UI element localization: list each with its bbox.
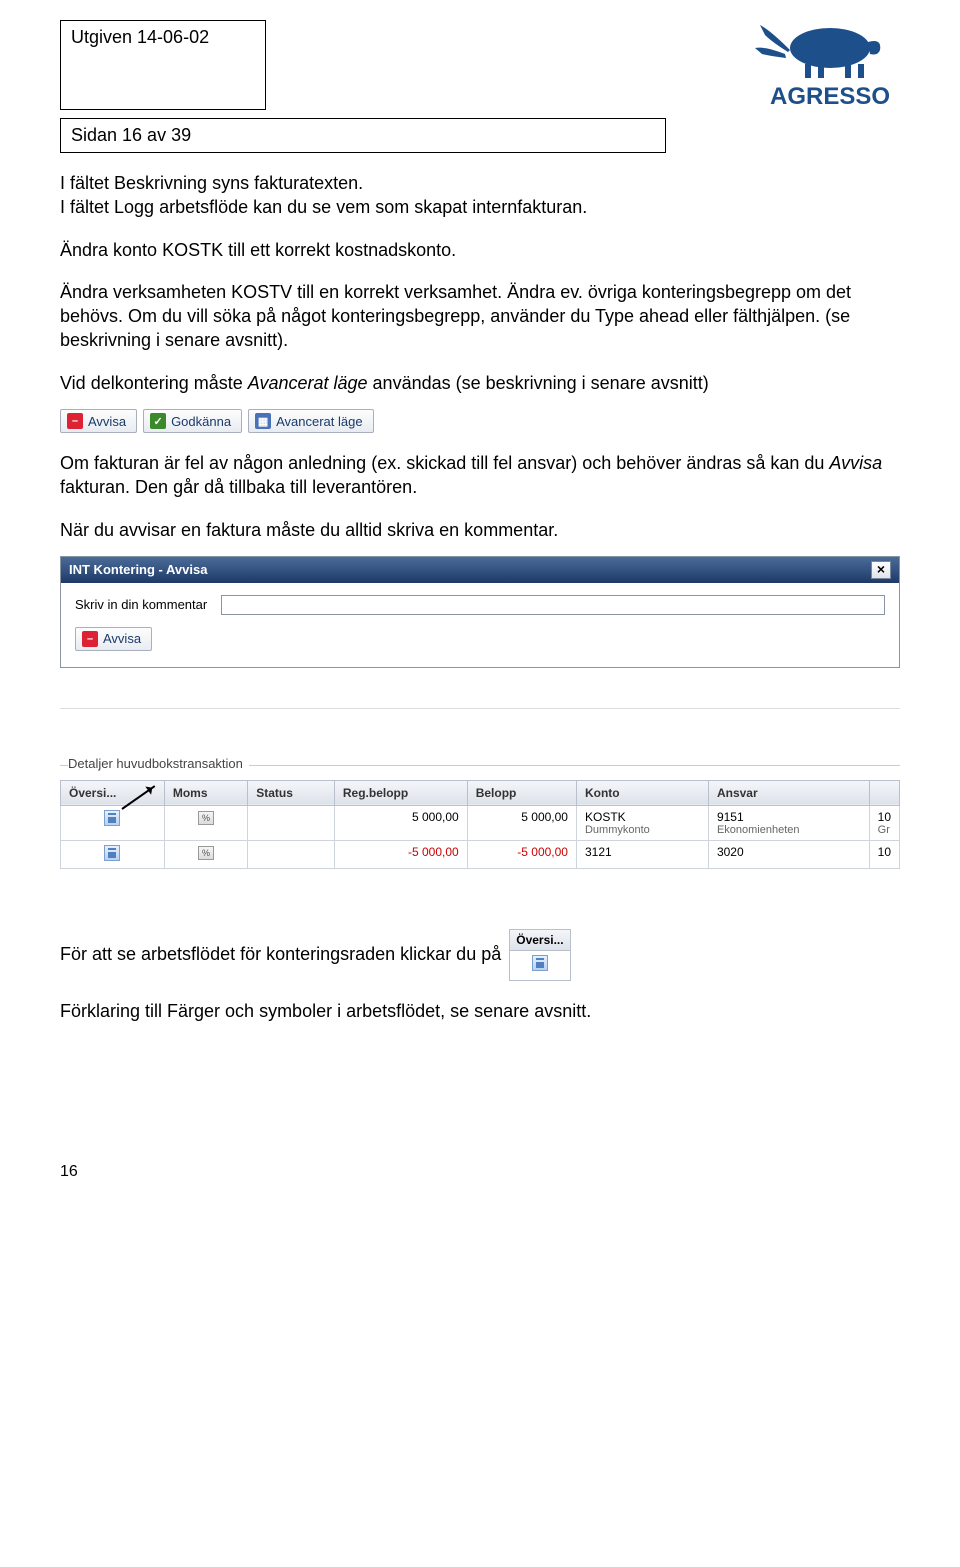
para-4: Vid delkontering måste Avancerat läge an… [60,371,900,395]
col-ansvar[interactable]: Ansvar [708,780,869,805]
issued-text: Utgiven 14-06-02 [71,27,209,47]
cell-trail: 10 [869,840,899,868]
cell-regbelopp: 5 000,00 [334,805,467,840]
reject-icon: – [67,413,83,429]
para-7-row: För att se arbetsflödet för konteringsra… [60,929,900,981]
page-info: Sidan 16 av 39 [71,125,191,145]
table-row[interactable]: %5 000,005 000,00KOSTKDummykonto9151Ekon… [61,805,900,840]
cell-regbelopp: -5 000,00 [334,840,467,868]
action-buttons-screenshot: – Avvisa ✓ Godkänna ▦ Avancerat läge [60,409,900,433]
approve-button[interactable]: ✓ Godkänna [143,409,242,433]
para-6: När du avvisar en faktura måste du allti… [60,518,900,542]
cell-konto: 3121 [576,840,708,868]
workflow-icon[interactable] [104,845,120,861]
para-8: Förklaring till Färger och symboler i ar… [60,999,900,1023]
page-info-box: Sidan 16 av 39 [60,118,666,153]
divider [60,708,900,709]
workflow-icon[interactable] [532,955,548,971]
workflow-icon[interactable] [104,810,120,826]
comment-label: Skriv in din kommentar [75,597,207,612]
para-2: Ändra konto KOSTK till ett korrekt kostn… [60,238,900,262]
details-section: Detaljer huvudbokstransaktion Översi... … [60,765,900,869]
reject-icon: – [82,631,98,647]
col-konto[interactable]: Konto [576,780,708,805]
cell-status [248,805,335,840]
col-belopp[interactable]: Belopp [467,780,576,805]
col-moms[interactable]: Moms [164,780,247,805]
para-7: För att se arbetsflödet för konteringsra… [60,944,501,965]
cell-ansvar: 3020 [708,840,869,868]
cell-belopp: 5 000,00 [467,805,576,840]
advanced-button[interactable]: ▦ Avancerat läge [248,409,374,433]
reject-button[interactable]: – Avvisa [60,409,137,433]
moms-icon[interactable]: % [198,846,214,860]
approve-icon: ✓ [150,413,166,429]
cell-status [248,840,335,868]
issued-box: Utgiven 14-06-02 [60,20,266,110]
reject-dialog-screenshot: INT Kontering - Avvisa × Skriv in din ko… [60,556,900,668]
mini-header: Översi... [510,930,569,951]
cell-ansvar: 9151Ekonomienheten [708,805,869,840]
cell-trail: 10Gr [869,805,899,840]
transactions-table: Översi... Moms Status Reg.belopp Belopp … [60,780,900,869]
cell-konto: KOSTKDummykonto [576,805,708,840]
dialog-reject-button[interactable]: – Avvisa [75,627,152,651]
dialog-titlebar: INT Kontering - Avvisa × [61,557,899,583]
table-row[interactable]: %-5 000,00-5 000,003121302010 [61,840,900,868]
comment-input[interactable] [221,595,885,615]
footer-page-number: 16 [60,1163,900,1181]
para-3: Ändra verksamheten KOSTV till en korrekt… [60,280,900,353]
col-trail [869,780,899,805]
grid-icon: ▦ [255,413,271,429]
para-5: Om fakturan är fel av någon anledning (e… [60,451,900,500]
oversikt-mini-screenshot: Översi... [509,929,570,981]
logo-text: AGRESSO [770,83,890,110]
dialog-title-text: INT Kontering - Avvisa [69,562,207,577]
details-legend: Detaljer huvudbokstransaktion [68,756,249,771]
close-icon[interactable]: × [871,561,891,579]
col-status[interactable]: Status [248,780,335,805]
para-1: I fältet Beskrivning syns fakturatexten.… [60,171,900,220]
logo: AGRESSO [710,20,900,112]
col-regbelopp[interactable]: Reg.belopp [334,780,467,805]
moms-icon[interactable]: % [198,811,214,825]
table-header-row: Översi... Moms Status Reg.belopp Belopp … [61,780,900,805]
cell-belopp: -5 000,00 [467,840,576,868]
